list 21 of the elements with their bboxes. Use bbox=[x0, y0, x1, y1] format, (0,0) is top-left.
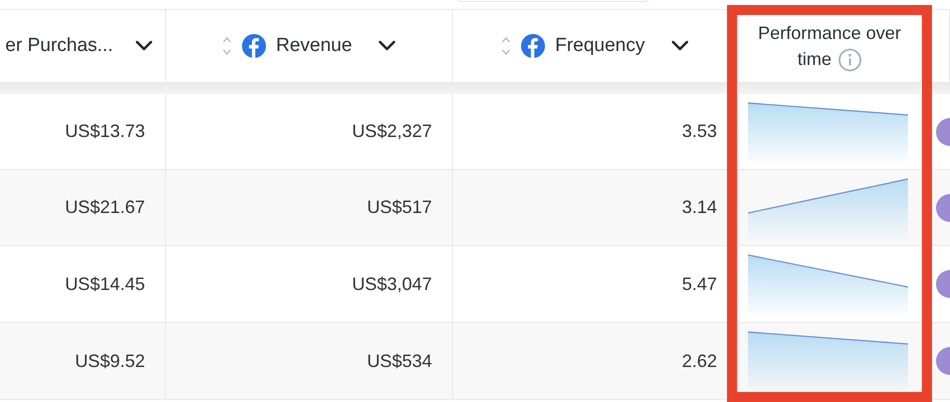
table-cell: US$9.52 bbox=[74, 350, 145, 372]
chevron-down-icon bbox=[135, 40, 153, 52]
facebook-icon bbox=[521, 34, 546, 58]
table-cell: US$534 bbox=[366, 350, 432, 372]
column-header: Performance over time bbox=[742, 20, 917, 72]
table-cell: US$14.45 bbox=[64, 274, 145, 294]
sort-icon bbox=[501, 35, 512, 57]
chevron-down-icon bbox=[378, 40, 396, 52]
table-cell: 2.62 bbox=[682, 350, 717, 372]
table-cell: US$2,327 bbox=[352, 121, 432, 142]
table-cell: US$21.67 bbox=[64, 197, 145, 218]
table-cell: US$13.73 bbox=[64, 121, 145, 142]
table-cell: 3.53 bbox=[682, 121, 717, 142]
facebook-icon bbox=[242, 34, 266, 58]
table-cell: 3.14 bbox=[682, 197, 717, 218]
info-icon bbox=[838, 48, 862, 72]
table-cell: 5.47 bbox=[682, 274, 717, 294]
table-cell: US$517 bbox=[366, 197, 432, 218]
sort-icon bbox=[222, 35, 232, 57]
chevron-down-icon bbox=[670, 40, 689, 52]
table-cell: US$3,047 bbox=[352, 274, 432, 294]
